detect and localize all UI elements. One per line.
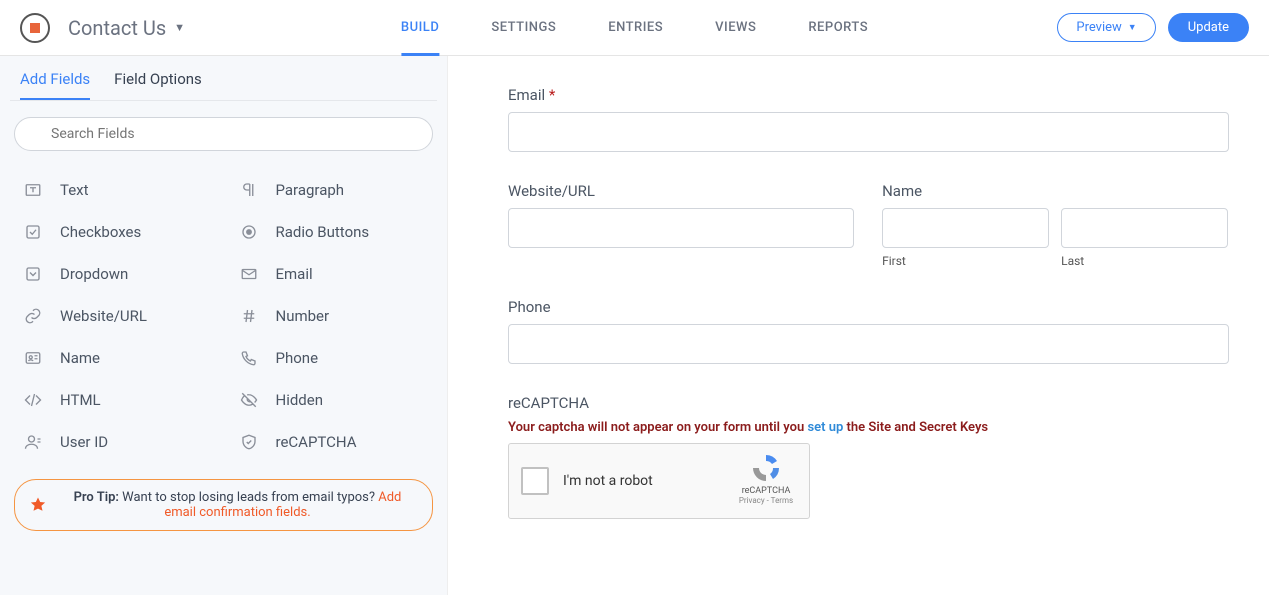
last-name-input[interactable] [1061, 208, 1228, 248]
form-field-name[interactable]: Name First Last [882, 182, 1228, 268]
field-type-name[interactable]: Name [8, 337, 224, 379]
field-label-email: Email * [508, 86, 1229, 104]
sidebar-tab-add-fields[interactable]: Add Fields [20, 70, 90, 100]
form-name-dropdown[interactable]: Contact Us ▼ [68, 16, 185, 40]
field-type-url[interactable]: Website/URL [8, 295, 224, 337]
field-type-text[interactable]: Text [8, 169, 224, 211]
form-name-label: Contact Us [68, 16, 166, 40]
recaptcha-warning: Your captcha will not appear on your for… [508, 420, 1229, 435]
app-header: Contact Us ▼ BUILD SETTINGS ENTRIES VIEW… [0, 0, 1269, 56]
user-icon [20, 433, 46, 451]
field-type-dropdown[interactable]: Dropdown [8, 253, 224, 295]
sidebar: Add Fields Field Options Text Paragraph … [0, 56, 448, 595]
sublabel-last: Last [1061, 254, 1228, 268]
fields-grid: Text Paragraph Checkboxes Radio Buttons … [0, 161, 447, 463]
recaptcha-logo-icon [750, 452, 782, 484]
recaptcha-checkbox[interactable] [521, 467, 549, 495]
pro-tip-banner: Pro Tip: Want to stop losing leads from … [14, 479, 433, 531]
recaptcha-text: I'm not a robot [563, 473, 653, 489]
header-actions: Preview ▼ Update [1057, 13, 1249, 42]
phone-input[interactable] [508, 324, 1229, 364]
recaptcha-branding: reCAPTCHA Privacy - Terms [733, 452, 799, 505]
field-type-radio[interactable]: Radio Buttons [224, 211, 440, 253]
field-label: Email [276, 265, 313, 283]
field-label: reCAPTCHA [276, 433, 357, 451]
sidebar-tab-field-options[interactable]: Field Options [114, 70, 202, 100]
field-type-email[interactable]: Email [224, 253, 440, 295]
chevron-down-icon: ▼ [174, 21, 185, 34]
radio-icon [236, 223, 262, 241]
link-icon [20, 307, 46, 325]
form-field-website[interactable]: Website/URL [508, 182, 854, 268]
field-type-recaptcha[interactable]: reCAPTCHA [224, 421, 440, 463]
recaptcha-setup-link[interactable]: set up [807, 420, 843, 435]
main-nav: BUILD SETTINGS ENTRIES VIEWS REPORTS [375, 0, 894, 56]
app-logo [20, 13, 50, 43]
field-label: Hidden [276, 391, 324, 409]
number-icon [236, 307, 262, 325]
field-label: Text [60, 181, 89, 199]
field-type-checkboxes[interactable]: Checkboxes [8, 211, 224, 253]
email-input[interactable] [508, 112, 1229, 152]
name-icon [20, 349, 46, 367]
field-type-userid[interactable]: User ID [8, 421, 224, 463]
field-label: Radio Buttons [276, 223, 370, 241]
shield-icon [236, 433, 262, 451]
sublabel-first: First [882, 254, 1049, 268]
html-icon [20, 391, 46, 409]
first-name-input[interactable] [882, 208, 1049, 248]
website-input[interactable] [508, 208, 854, 248]
text-icon [20, 181, 46, 199]
field-label-recaptcha: reCAPTCHA [508, 394, 1229, 412]
required-marker: * [549, 86, 555, 104]
tab-reports[interactable]: REPORTS [782, 0, 894, 56]
pro-tip-bold: Pro Tip: [74, 490, 119, 505]
tab-entries[interactable]: ENTRIES [582, 0, 689, 56]
field-type-phone[interactable]: Phone [224, 337, 440, 379]
field-label: Name [60, 349, 100, 367]
hidden-icon [236, 391, 262, 409]
form-field-phone[interactable]: Phone [508, 298, 1229, 364]
preview-button[interactable]: Preview ▼ [1057, 13, 1155, 42]
field-type-html[interactable]: HTML [8, 379, 224, 421]
tab-build[interactable]: BUILD [375, 0, 465, 56]
sidebar-tabs: Add Fields Field Options [0, 56, 447, 100]
star-icon [29, 496, 47, 514]
field-label: Website/URL [60, 307, 147, 325]
recaptcha-widget[interactable]: I'm not a robot reCAPTCHA Privacy - Term… [508, 443, 810, 519]
field-label: User ID [60, 433, 108, 451]
field-label: Checkboxes [60, 223, 141, 241]
tab-settings[interactable]: SETTINGS [465, 0, 582, 56]
update-button[interactable]: Update [1168, 13, 1249, 42]
field-type-number[interactable]: Number [224, 295, 440, 337]
field-label: Paragraph [276, 181, 345, 199]
tab-views[interactable]: VIEWS [689, 0, 782, 56]
field-label: Number [276, 307, 330, 325]
form-field-recaptcha[interactable]: reCAPTCHA Your captcha will not appear o… [508, 394, 1229, 519]
search-input[interactable] [14, 117, 433, 151]
checkbox-icon [20, 223, 46, 241]
field-label-phone: Phone [508, 298, 1229, 316]
form-canvas: Email * Website/URL Name First Last [448, 56, 1269, 595]
field-type-hidden[interactable]: Hidden [224, 379, 440, 421]
field-label: Phone [276, 349, 319, 367]
paragraph-icon [236, 181, 262, 199]
dropdown-icon [20, 265, 46, 283]
field-label-website: Website/URL [508, 182, 854, 200]
chevron-down-icon: ▼ [1128, 22, 1137, 33]
field-label: Dropdown [60, 265, 128, 283]
email-icon [236, 265, 262, 283]
field-label-name: Name [882, 182, 1228, 200]
pro-tip-text: Want to stop losing leads from email typ… [119, 490, 378, 505]
field-label: HTML [60, 391, 101, 409]
field-type-paragraph[interactable]: Paragraph [224, 169, 440, 211]
phone-icon [236, 349, 262, 367]
preview-label: Preview [1076, 20, 1121, 35]
form-field-email[interactable]: Email * [508, 86, 1229, 152]
